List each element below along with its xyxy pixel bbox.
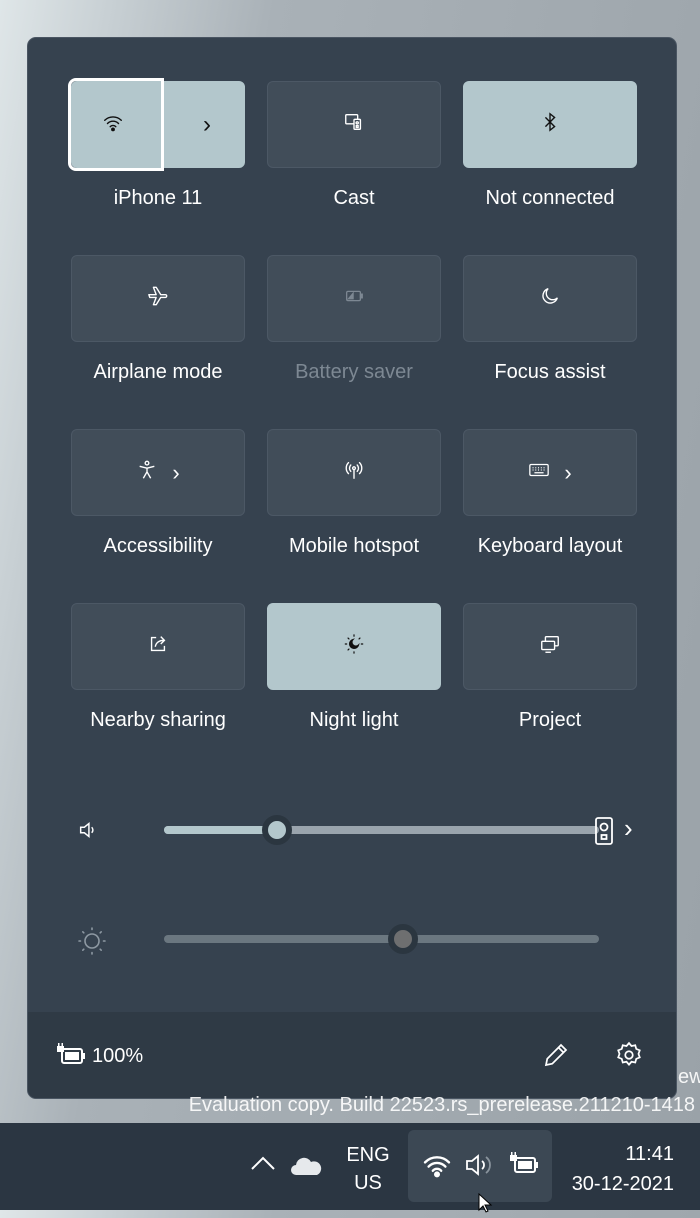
edit-pencil-icon[interactable] (541, 1040, 571, 1075)
tile-label: iPhone 11 (113, 187, 203, 209)
moon-icon (539, 285, 561, 312)
region: US (354, 1172, 382, 1194)
settings-gear-icon[interactable] (614, 1040, 644, 1075)
accessibility-tile[interactable]: › (71, 429, 245, 516)
date: 30-12-2021 (571, 1173, 674, 1195)
volume-slider[interactable] (164, 815, 599, 845)
language-indicator[interactable]: ENG US (338, 1141, 398, 1197)
battery-percentage: 100% (92, 1045, 144, 1067)
watermark-build: Evaluation copy. Build 22523.rs_prerelea… (188, 1094, 695, 1116)
bluetooth-tile[interactable] (463, 81, 637, 168)
nearby-sharing-tile[interactable] (71, 603, 245, 690)
time: 11:41 (625, 1143, 674, 1165)
tile-label: Keyboard layout (477, 535, 623, 557)
chevron-up-icon[interactable] (250, 1153, 276, 1179)
share-icon (147, 633, 169, 660)
quick-settings-footer: 100% (28, 1012, 676, 1098)
volume-thumb[interactable] (262, 815, 293, 845)
night-light-icon (343, 633, 365, 660)
audio-output-icon[interactable] (593, 816, 615, 851)
night-light-tile[interactable] (267, 603, 441, 690)
chevron-right-icon[interactable]: › (624, 813, 633, 844)
tile-label: Not connected (485, 187, 615, 209)
system-tray-button[interactable] (408, 1130, 552, 1202)
brightness-thumb[interactable] (388, 924, 419, 954)
brightness-icon (77, 926, 107, 961)
project-icon (539, 633, 561, 660)
keyboard-layout-tile[interactable]: › (463, 429, 637, 516)
battery-saver-icon (343, 285, 365, 312)
speaker-icon[interactable] (77, 819, 99, 846)
language: ENG (346, 1144, 390, 1166)
mouse-cursor-icon (478, 1192, 494, 1218)
tile-label: Battery saver (295, 361, 413, 383)
focus-assist-tile[interactable] (463, 255, 637, 342)
quick-settings-panel: › iPhone 11 Cast Not connected Airplane … (27, 37, 677, 1099)
hotspot-icon (343, 459, 365, 486)
battery-saver-tile (267, 255, 441, 342)
battery-charging-icon (508, 1152, 540, 1181)
chevron-right-icon: › (564, 459, 572, 485)
accessibility-icon (136, 459, 158, 486)
tile-label: Mobile hotspot (288, 535, 420, 557)
tile-label: Accessibility (103, 535, 213, 557)
wifi-expand-button[interactable]: › (168, 82, 246, 167)
watermark-fragment: ew (678, 1066, 700, 1088)
clock[interactable]: 11:41 30-12-2021 (572, 1139, 674, 1199)
bluetooth-icon (539, 111, 561, 138)
mobile-hotspot-tile[interactable] (267, 429, 441, 516)
cast-tile[interactable] (267, 81, 441, 168)
brightness-slider[interactable] (164, 924, 599, 954)
chevron-right-icon: › (172, 459, 180, 485)
tile-label: Night light (309, 709, 399, 731)
volume-icon (464, 1152, 494, 1183)
battery-charging-icon[interactable] (55, 1043, 87, 1072)
airplane-mode-tile[interactable] (71, 255, 245, 342)
onedrive-cloud-icon[interactable] (290, 1155, 322, 1182)
keyboard-icon (528, 459, 550, 486)
cast-icon (343, 111, 365, 138)
volume-fill (164, 826, 278, 834)
tile-label: Cast (333, 187, 375, 209)
taskbar: ENG US 11:41 30-12-2021 (0, 1123, 700, 1213)
tile-label: Project (518, 709, 582, 731)
wifi-icon (422, 1154, 452, 1183)
chevron-right-icon: › (203, 110, 211, 138)
airplane-icon (147, 285, 169, 312)
tile-label: Nearby sharing (90, 709, 226, 731)
project-tile[interactable] (463, 603, 637, 690)
tile-label: Focus assist (494, 361, 606, 383)
tile-label: Airplane mode (93, 361, 223, 383)
wifi-icon (102, 112, 124, 139)
wifi-tile[interactable]: › (68, 78, 246, 171)
